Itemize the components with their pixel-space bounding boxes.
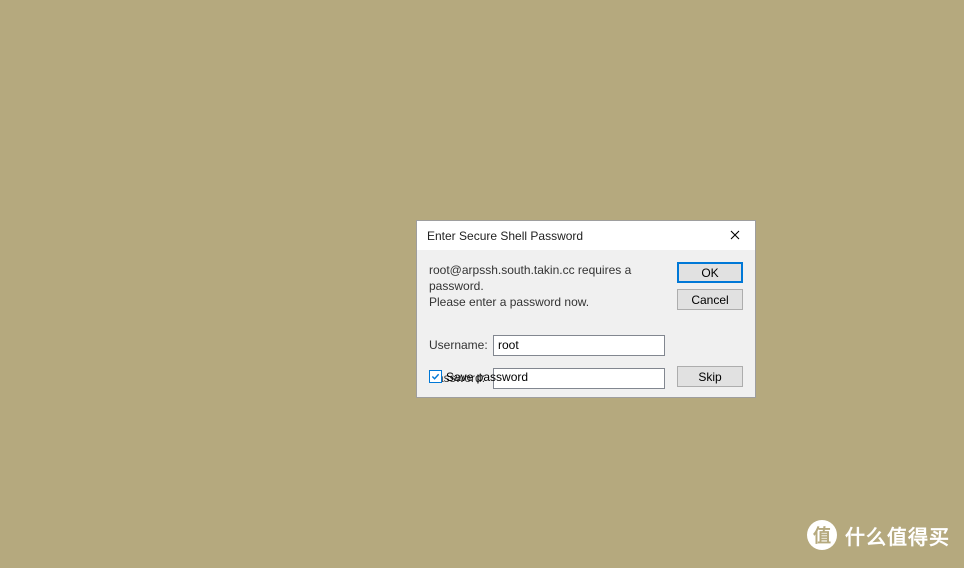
ok-button[interactable]: OK: [677, 262, 743, 283]
watermark-icon: 值: [807, 520, 837, 550]
watermark: 值 什么值得买: [807, 520, 950, 550]
save-password-label: Save password: [446, 370, 528, 384]
message-line-2: Please enter a password now.: [429, 294, 659, 310]
dialog-titlebar[interactable]: Enter Secure Shell Password: [417, 221, 755, 250]
save-password-checkbox[interactable]: Save password: [429, 370, 528, 384]
dialog-content: root@arpssh.south.takin.cc requires a pa…: [417, 250, 755, 397]
watermark-text: 什么值得买: [845, 521, 950, 550]
username-input[interactable]: [493, 335, 665, 356]
username-row: Username:: [429, 335, 743, 356]
dialog-bottom-row: Save password Skip: [429, 366, 743, 387]
cancel-button[interactable]: Cancel: [677, 289, 743, 310]
dialog-title: Enter Secure Shell Password: [427, 229, 583, 243]
close-button[interactable]: [721, 226, 749, 246]
button-column: OK Cancel: [677, 262, 743, 316]
checkbox-icon: [429, 370, 442, 383]
dialog-message: root@arpssh.south.takin.cc requires a pa…: [429, 262, 659, 311]
ssh-password-dialog: Enter Secure Shell Password root@arpssh.…: [416, 220, 756, 398]
skip-button[interactable]: Skip: [677, 366, 743, 387]
message-line-1: root@arpssh.south.takin.cc requires a pa…: [429, 262, 659, 294]
close-icon: [730, 229, 740, 243]
username-label: Username:: [429, 338, 493, 352]
